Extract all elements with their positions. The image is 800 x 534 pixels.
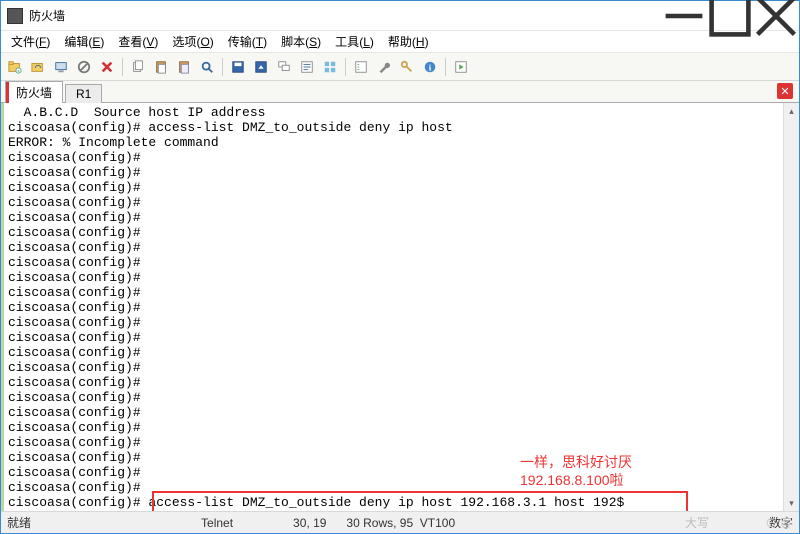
toolbar-disconnect-icon[interactable] xyxy=(74,57,94,77)
terminal[interactable]: A.B.C.D Source host IP address ciscoasa(… xyxy=(4,103,783,511)
menu-view[interactable]: 查看(V) xyxy=(112,32,164,51)
menu-tools[interactable]: 工具(L) xyxy=(329,32,380,51)
toolbar-play-icon[interactable] xyxy=(451,57,471,77)
menu-transfer[interactable]: 传输(T) xyxy=(222,32,273,51)
window-title: 防火墙 xyxy=(29,7,661,24)
scroll-track[interactable] xyxy=(784,119,799,495)
close-button[interactable] xyxy=(753,1,799,30)
toolbar-delete-icon[interactable] xyxy=(97,57,117,77)
app-icon xyxy=(7,8,23,24)
annotation: 一样，思科好讨厌 192.168.8.100啦 xyxy=(520,453,632,489)
annotation-line2: 192.168.8.100啦 xyxy=(520,471,632,489)
status-pos: 30, 19 xyxy=(293,516,326,530)
toolbar-tile-icon[interactable] xyxy=(320,57,340,77)
menu-help[interactable]: 帮助(H) xyxy=(382,32,435,51)
toolbar-paste-icon[interactable] xyxy=(151,57,171,77)
toolbar-text-icon[interactable] xyxy=(297,57,317,77)
toolbar-list-icon[interactable] xyxy=(351,57,371,77)
toolbar-save-dl-icon[interactable] xyxy=(251,57,271,77)
toolbar-paste2-icon[interactable] xyxy=(174,57,194,77)
terminal-area: A.B.C.D Source host IP address ciscoasa(… xyxy=(1,103,799,511)
menu-edit[interactable]: 编辑(E) xyxy=(58,32,110,51)
toolbar-key-icon[interactable] xyxy=(397,57,417,77)
svg-text:✶: ✶ xyxy=(17,68,21,73)
tab-label: R1 xyxy=(76,87,91,101)
menubar: 文件(F) 编辑(E) 查看(V) 选项(O) 传输(T) 脚本(S) 工具(L… xyxy=(1,31,799,53)
toolbar-wrench-icon[interactable] xyxy=(374,57,394,77)
tab-r1[interactable]: R1 xyxy=(65,84,102,103)
status-proto: Telnet xyxy=(201,516,233,530)
toolbar-session-icon[interactable] xyxy=(51,57,71,77)
toolbar-folder-sync-icon[interactable] xyxy=(28,57,48,77)
maximize-button[interactable] xyxy=(707,1,753,30)
vertical-scrollbar[interactable]: ▴ ▾ xyxy=(783,103,799,511)
menu-script[interactable]: 脚本(S) xyxy=(275,32,327,51)
toolbar-save-icon[interactable] xyxy=(228,57,248,77)
minimize-button[interactable] xyxy=(661,1,707,30)
tab-label: 防火墙 xyxy=(16,86,52,100)
tabbar: 防火墙 R1 ✕ xyxy=(1,81,799,103)
highlight-box xyxy=(152,491,688,511)
status-state: 就绪 xyxy=(7,514,31,531)
toolbar-find-icon[interactable] xyxy=(197,57,217,77)
statusbar: 就绪 Telnet 30, 19 30 Rows, 95 VT100 大写 数字 xyxy=(1,511,799,533)
annotation-line1: 一样，思科好讨厌 xyxy=(520,453,632,471)
titlebar: 防火墙 xyxy=(1,1,799,31)
status-size: 30 Rows, 95 xyxy=(346,516,413,530)
status-num: 数字 xyxy=(769,514,793,531)
app-window: 防火墙 文件(F) 编辑(E) 查看(V) 选项(O) 传输(T) 脚本(S) … xyxy=(0,0,800,534)
toolbar-windows-icon[interactable] xyxy=(274,57,294,77)
status-caps: 大写 xyxy=(685,514,709,531)
tab-firewall[interactable]: 防火墙 xyxy=(5,81,63,103)
toolbar-folder-new-icon[interactable]: ✶ xyxy=(5,57,25,77)
scroll-down-arrow-icon[interactable]: ▾ xyxy=(784,495,799,511)
toolbar: ✶ i xyxy=(1,53,799,81)
tab-close-button[interactable]: ✕ xyxy=(777,83,793,99)
toolbar-copy-icon[interactable] xyxy=(128,57,148,77)
status-term: VT100 xyxy=(420,516,455,530)
scroll-up-arrow-icon[interactable]: ▴ xyxy=(784,103,799,119)
menu-options[interactable]: 选项(O) xyxy=(166,32,219,51)
toolbar-info-icon[interactable]: i xyxy=(420,57,440,77)
menu-file[interactable]: 文件(F) xyxy=(5,32,56,51)
